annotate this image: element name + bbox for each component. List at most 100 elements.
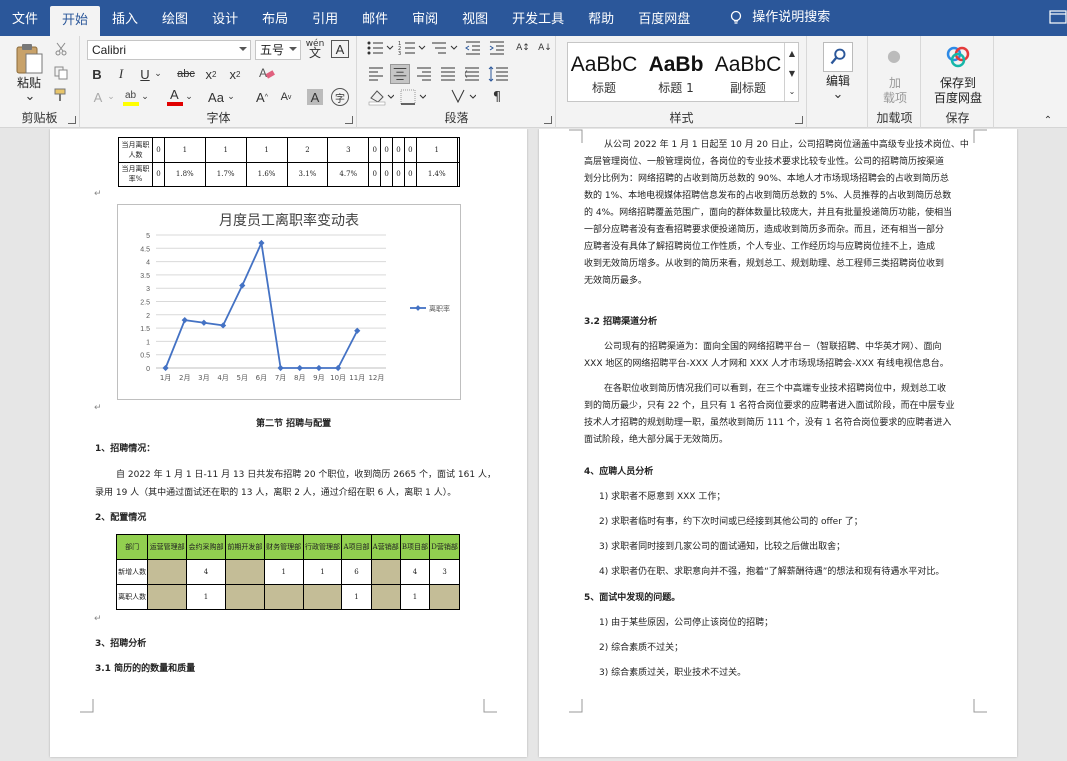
- change-case-icon[interactable]: Aa: [205, 88, 227, 106]
- format-painter-icon[interactable]: [54, 88, 68, 102]
- multilevel-list-icon[interactable]: [430, 40, 458, 56]
- save-to-baidu-button-line2[interactable]: 百度网盘: [924, 91, 992, 106]
- editing-dropdown-icon[interactable]: ⌄: [833, 87, 844, 102]
- tab-file[interactable]: 文件: [0, 0, 50, 36]
- collapse-ribbon-icon[interactable]: ⌃: [1040, 114, 1056, 126]
- addins-icon: ●: [887, 45, 901, 65]
- addins-group: ● 加 载项 加载项: [869, 36, 921, 128]
- align-center-icon[interactable]: [390, 64, 410, 84]
- tab-help[interactable]: 帮助: [576, 0, 626, 36]
- chart-data-point: [162, 364, 169, 372]
- table-cell: 1: [204, 137, 247, 163]
- font-name-combo[interactable]: Calibri: [87, 40, 251, 60]
- tab-mailings[interactable]: 邮件: [350, 0, 400, 36]
- table-cell: 6: [341, 559, 372, 585]
- underline-icon[interactable]: U: [137, 66, 153, 82]
- styles-scroll-down-icon[interactable]: ▼: [785, 65, 799, 81]
- chart-y-tick-label: 3.5: [140, 273, 150, 280]
- increase-indent-icon[interactable]: [488, 40, 506, 56]
- strikethrough-icon[interactable]: abc: [175, 66, 197, 82]
- tab-references[interactable]: 引用: [300, 0, 350, 36]
- table-header-cell: A营销部: [370, 534, 401, 560]
- style-title[interactable]: AaBbC 标题: [568, 43, 640, 101]
- find-icon[interactable]: [823, 42, 853, 72]
- underline-dropdown-icon[interactable]: ⌄: [153, 66, 163, 82]
- styles-launcher-icon[interactable]: [795, 116, 803, 124]
- baidu-netdisk-icon[interactable]: [944, 42, 972, 70]
- chart-y-tick-label: 0.5: [140, 353, 150, 360]
- enclose-characters-icon[interactable]: 字: [331, 88, 349, 106]
- phonetic-guide-icon[interactable]: wén 文: [305, 39, 325, 60]
- superscript-icon[interactable]: x2: [227, 66, 243, 82]
- table-cell: 1: [263, 559, 304, 585]
- table-cell: 2: [286, 137, 329, 163]
- justify-icon[interactable]: [440, 66, 456, 82]
- style-heading-1[interactable]: AaBb 标题 1: [640, 43, 712, 101]
- paste-dropdown-icon[interactable]: ⌄: [25, 89, 36, 104]
- font-launcher-icon[interactable]: [345, 116, 353, 124]
- tab-home[interactable]: 开始: [50, 6, 101, 36]
- paragraph-launcher-icon[interactable]: [544, 116, 552, 124]
- shading-icon[interactable]: [368, 88, 394, 106]
- turnover-chart[interactable]: 月度员工离职率变动表 0 0.5 1 1.5 2 2.5 3 3.5 4 4.5 5 1月 2月 3月 4月 5…: [117, 204, 461, 400]
- tab-insert[interactable]: 插入: [100, 0, 150, 36]
- decrease-indent-icon[interactable]: [464, 40, 482, 56]
- font-color-icon[interactable]: A: [165, 86, 185, 108]
- chart-title: 月度员工离职率变动表: [219, 212, 359, 229]
- tab-layout[interactable]: 布局: [250, 0, 300, 36]
- clipboard-launcher-icon[interactable]: [68, 116, 76, 124]
- tab-draw[interactable]: 绘图: [150, 0, 200, 36]
- change-case-dropdown-icon[interactable]: ⌄: [227, 88, 235, 106]
- character-border-icon[interactable]: A: [331, 40, 349, 58]
- style-subtitle[interactable]: AaBbC 副标题: [712, 43, 784, 101]
- clear-formatting-icon[interactable]: A: [257, 64, 275, 82]
- tell-me-label: 操作说明搜索: [752, 10, 831, 25]
- chart-data-point: [334, 364, 342, 372]
- save-to-baidu-button-line1[interactable]: 保存到: [924, 76, 992, 91]
- heading-interview-issues: 5、面试中发现的问题。: [584, 593, 681, 603]
- line-spacing-icon[interactable]: [488, 66, 514, 82]
- italic-icon[interactable]: I: [113, 66, 129, 82]
- align-left-icon[interactable]: [368, 66, 384, 82]
- sort-icon[interactable]: A↓: [536, 40, 554, 56]
- borders-icon[interactable]: [400, 88, 426, 106]
- tab-design[interactable]: 设计: [200, 0, 250, 36]
- table-row: 当月离职人数 0 1 1 1 2 3 0 0 0 0 1: [118, 137, 461, 163]
- table-cell: [224, 559, 265, 585]
- ribbon-display-options-icon[interactable]: [1049, 10, 1067, 24]
- tab-review[interactable]: 审阅: [400, 0, 450, 36]
- highlight-dropdown-icon[interactable]: ⌄: [141, 88, 149, 106]
- tab-view[interactable]: 视图: [450, 0, 500, 36]
- addins-group-label: 加载项: [876, 111, 913, 125]
- distributed-icon[interactable]: [464, 66, 480, 82]
- character-shading-icon[interactable]: A: [307, 89, 323, 105]
- paste-icon[interactable]: [12, 42, 46, 76]
- subscript-icon[interactable]: x2: [203, 66, 219, 82]
- text-effects-dropdown-icon[interactable]: ⌄: [107, 88, 115, 106]
- align-right-icon[interactable]: [416, 66, 432, 82]
- table-cell: 离职人数: [115, 584, 149, 610]
- tell-me-search[interactable]: 操作说明搜索: [716, 0, 842, 36]
- copy-icon[interactable]: [54, 66, 68, 80]
- chinese-typography-icon[interactable]: [450, 88, 476, 106]
- chinese-layout-icon[interactable]: A↕: [514, 40, 532, 56]
- text-effects-icon[interactable]: A: [89, 88, 107, 106]
- tab-developer[interactable]: 开发工具: [500, 0, 576, 36]
- highlight-icon[interactable]: ab: [121, 86, 141, 108]
- shrink-font-icon[interactable]: Av: [277, 88, 295, 106]
- text-line: 划分比例为：网络招聘的占收到简历总数的 90%、本地人才市场现场招聘会的占收到简…: [584, 174, 949, 184]
- numbering-icon[interactable]: 123: [398, 40, 426, 56]
- tab-baidu-netdisk[interactable]: 百度网盘: [626, 0, 702, 36]
- bullets-icon[interactable]: [366, 40, 394, 56]
- grow-font-icon[interactable]: A ^: [253, 88, 271, 106]
- bold-icon[interactable]: B: [89, 66, 105, 82]
- table-cell: [370, 559, 401, 585]
- font-size-combo[interactable]: 五号: [255, 40, 301, 60]
- font-color-dropdown-icon[interactable]: ⌄: [185, 88, 193, 106]
- show-formatting-marks-icon[interactable]: ¶: [486, 88, 508, 106]
- addins-button-line2[interactable]: 载项: [873, 91, 917, 106]
- addins-button-line1[interactable]: 加: [873, 76, 917, 91]
- cut-icon[interactable]: [54, 42, 68, 56]
- styles-scroll-up-icon[interactable]: ▲: [785, 45, 799, 61]
- styles-more-icon[interactable]: ⌄: [785, 83, 799, 99]
